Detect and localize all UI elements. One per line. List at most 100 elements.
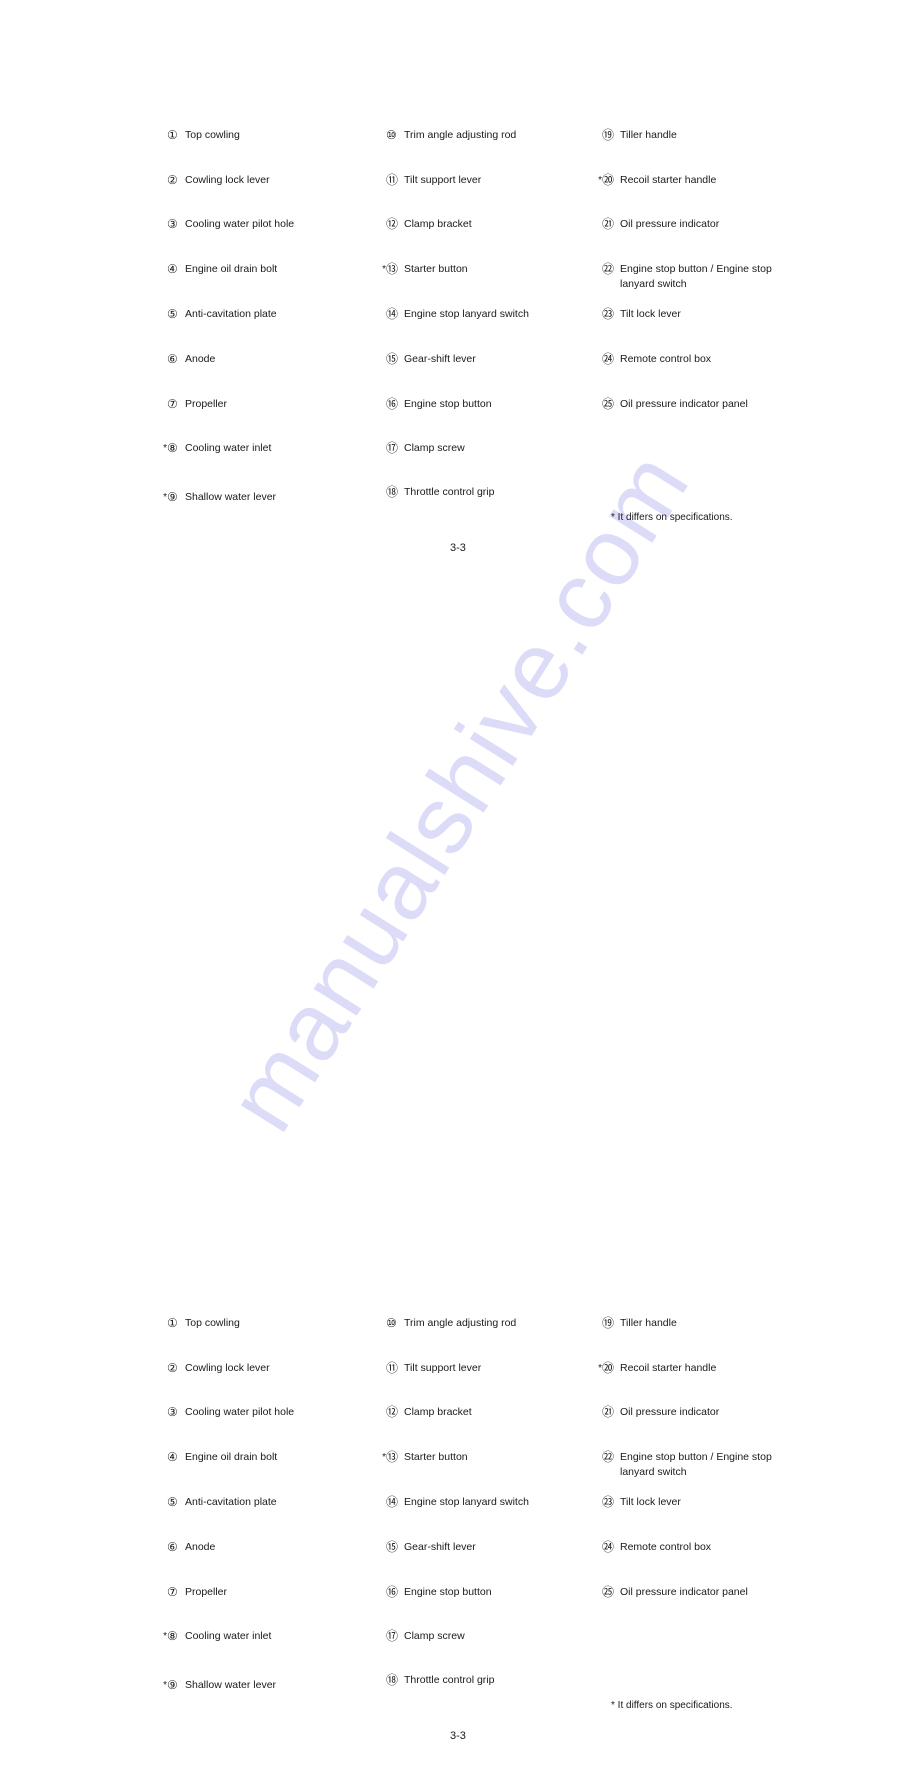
part-label-line: Top cowling <box>185 1317 240 1329</box>
part-label: Tilt lock lever <box>620 307 681 322</box>
callout-number: ⑦ <box>167 1585 178 1599</box>
parts-list-item: ㉒ Engine stop button / Engine stop lanyard… <box>602 262 772 292</box>
part-label: Engine stop button / Engine stop lanyard … <box>620 1450 772 1480</box>
part-label: Engine stop button <box>404 397 492 412</box>
part-label-line: Oil pressure indicator <box>620 218 720 230</box>
part-label: Throttle control grip <box>404 485 494 500</box>
part-label: Tilt support lever <box>404 1361 481 1376</box>
part-label-line: Clamp screw <box>404 1630 465 1642</box>
callout-number: ⑪ <box>386 1361 399 1375</box>
part-label-line: Recoil starter handle <box>620 174 717 186</box>
callout-number: ⑫ <box>386 217 399 231</box>
parts-list-item: ㉒ Engine stop button / Engine stop lanyard… <box>602 1450 772 1480</box>
parts-list-item: ⑰ Clamp screw <box>386 441 465 456</box>
part-label-line: Gear-shift lever <box>404 353 476 365</box>
spec-asterisk: * <box>598 1363 602 1374</box>
parts-list-item: ⑫ Clamp bracket <box>386 217 472 232</box>
callout-number: ⑬ <box>386 1450 399 1464</box>
callout-number: ㉔ <box>602 1540 615 1554</box>
part-label-line: Shallow water lever <box>185 1679 277 1691</box>
callout-number: ⑩ <box>386 128 397 142</box>
part-label-line: Engine oil drain bolt <box>185 263 278 275</box>
part-label-line: Remote control box <box>620 353 712 365</box>
part-label-line: Propeller <box>185 398 228 410</box>
part-label: Oil pressure indicator panel <box>620 1585 748 1600</box>
part-label-line: Oil pressure indicator <box>620 1406 720 1418</box>
part-label: Tilt lock lever <box>620 1495 681 1510</box>
parts-list-item: ⑯ Engine stop button <box>386 397 492 412</box>
callout-number: ⑮ <box>386 352 399 366</box>
part-label-line: Throttle control grip <box>404 1674 495 1686</box>
parts-list-item: ⑯ Engine stop button <box>386 1585 492 1600</box>
parts-list-item: ⑦ Propeller <box>167 397 227 412</box>
manual-page-bottom: ① Top cowling ② Cowling lock lever ③ Cooling … <box>0 1188 918 1782</box>
part-label-line: Cowling lock lever <box>185 174 270 186</box>
parts-list-item: ⑩ Trim angle adjusting rod <box>386 128 516 143</box>
callout-number: ③ <box>167 217 178 231</box>
parts-list-item: ② Cowling lock lever <box>167 173 270 188</box>
callout-number: ㉕ <box>602 1585 615 1599</box>
part-label: Trim angle adjusting rod <box>404 1316 516 1331</box>
callout-number: ⑳ <box>602 173 615 187</box>
callout-number: ㉓ <box>602 1495 615 1509</box>
parts-list-item: ⑮ Gear-shift lever <box>386 352 476 367</box>
spec-asterisk: * <box>382 1452 386 1463</box>
page-number: 3-3 <box>450 1730 466 1742</box>
callout-number: ⑪ <box>386 173 399 187</box>
parts-list-item: ㉕ Oil pressure indicator panel <box>602 1585 748 1600</box>
part-label-line: Tilt support lever <box>404 174 482 186</box>
part-label-line: Throttle control grip <box>404 486 495 498</box>
parts-list-item: ⑤ Anti-cavitation plate <box>167 1495 277 1510</box>
part-label-line: Tilt lock lever <box>620 308 681 320</box>
parts-list-item: ⑮ Gear-shift lever <box>386 1540 476 1555</box>
callout-number: ① <box>167 128 178 142</box>
part-label: Remote control box <box>620 352 711 367</box>
part-label: Engine stop button / Engine stop lanyard … <box>620 262 772 292</box>
callout-number: ⑱ <box>386 485 399 499</box>
part-label-line: Cowling lock lever <box>185 1362 270 1374</box>
parts-list-item: ④ Engine oil drain bolt <box>167 1450 277 1465</box>
part-label-line: Cooling water inlet <box>185 442 272 454</box>
callout-number: ㉔ <box>602 352 615 366</box>
callout-number: ③ <box>167 1405 178 1419</box>
parts-list-item: ㉑ Oil pressure indicator <box>602 1405 719 1420</box>
part-label-line: Tiller handle <box>620 129 677 141</box>
parts-list-item: ㉓ Tilt lock lever <box>602 307 681 322</box>
part-label-line: Oil pressure indicator panel <box>620 1586 748 1598</box>
part-label-line: Top cowling <box>185 129 240 141</box>
parts-list-item: ⑲ Tiller handle <box>602 128 677 143</box>
parts-list-item: ⑭ Engine stop lanyard switch <box>386 307 529 322</box>
spec-asterisk: * <box>382 264 386 275</box>
part-label-line: Tilt lock lever <box>620 1496 681 1508</box>
part-label-line: Anode <box>185 353 216 365</box>
parts-list-item: * ⑧ Cooling water inlet <box>163 441 272 456</box>
part-label: Engine stop lanyard switch <box>404 307 529 322</box>
part-label: Oil pressure indicator <box>620 1405 719 1420</box>
part-label-line: Engine stop button / Engine stop <box>620 263 772 275</box>
parts-list-item: ⑩ Trim angle adjusting rod <box>386 1316 516 1331</box>
callout-number: ⑤ <box>167 307 178 321</box>
part-label: Clamp bracket <box>404 1405 472 1420</box>
parts-list-item: * ⑨ Shallow water lever <box>163 1678 277 1693</box>
callout-number: ㉒ <box>602 262 615 276</box>
part-label: Clamp screw <box>404 1629 465 1644</box>
part-label-line: Anti-cavitation plate <box>185 308 277 320</box>
part-label-line: Tiller handle <box>620 1317 677 1329</box>
part-label: Cooling water pilot hole <box>185 1405 294 1420</box>
part-label: Starter button <box>404 1450 468 1465</box>
part-label-line: Recoil starter handle <box>620 1362 717 1374</box>
callout-number: ⑳ <box>602 1361 615 1375</box>
callout-number: ⑥ <box>167 1540 178 1554</box>
callout-number: ⑩ <box>386 1316 397 1330</box>
part-label: Engine oil drain bolt <box>185 262 277 277</box>
part-label-line: Trim angle adjusting rod <box>404 1317 517 1329</box>
part-label-line: Clamp bracket <box>404 218 472 230</box>
part-label: Cooling water pilot hole <box>185 217 294 232</box>
part-label-line: Anti-cavitation plate <box>185 1496 277 1508</box>
callout-number: ⑫ <box>386 1405 399 1419</box>
part-label-line: Cooling water pilot hole <box>185 1406 295 1418</box>
part-label-line: Engine stop button <box>404 398 492 410</box>
part-label: Starter button <box>404 262 468 277</box>
part-label: Anode <box>185 352 215 367</box>
part-label-line: Oil pressure indicator panel <box>620 398 748 410</box>
